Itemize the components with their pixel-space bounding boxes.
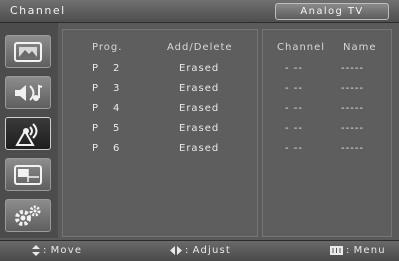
setup-window-icon: [14, 164, 42, 185]
row-channel-value: - --: [285, 103, 304, 114]
row-prog-number: 3: [113, 83, 121, 94]
hint-move-separator: :: [43, 245, 48, 256]
row-add-delete-status: Erased: [179, 123, 220, 134]
hint-adjust: : Adjust: [170, 245, 231, 256]
hint-menu-label: Menu: [353, 245, 386, 256]
menu-category-sidebar: [0, 23, 58, 238]
row-prog-prefix: P: [92, 63, 100, 74]
row-add-delete-status: Erased: [179, 63, 220, 74]
hint-menu: : Menu: [330, 245, 386, 256]
row-add-delete-status: Erased: [179, 143, 220, 154]
tv-osd-screen: Channel Analog TV Prog. Add/Delete Chann…: [0, 0, 399, 261]
row-channel-value: - --: [285, 83, 304, 94]
bottom-help-bar: : Move : Adjust : Menu: [0, 240, 399, 261]
row-prog-prefix: P: [92, 103, 100, 114]
row-name-value: -----: [341, 63, 365, 74]
row-add-delete-status: Erased: [179, 103, 220, 114]
row-prog-number: 6: [113, 143, 121, 154]
row-prog-number: 5: [113, 123, 121, 134]
sound-icon: [15, 84, 43, 101]
top-bar: Channel Analog TV: [0, 0, 399, 23]
column-header-name: Name: [343, 42, 377, 53]
hint-move-label: Move: [50, 245, 83, 256]
column-header-add-delete: Add/Delete: [167, 42, 233, 53]
row-channel-value: - --: [285, 143, 304, 154]
column-header-prog: Prog.: [92, 42, 123, 53]
sidebar-item-setup[interactable]: [5, 158, 51, 191]
left-right-arrow-icon: [170, 246, 182, 255]
row-prog-prefix: P: [92, 123, 100, 134]
sidebar-item-picture[interactable]: [5, 35, 51, 68]
row-prog-prefix: P: [92, 143, 100, 154]
input-mode-badge: Analog TV: [275, 3, 389, 20]
row-name-value: -----: [341, 83, 365, 94]
menu-title: Channel: [10, 4, 66, 17]
sidebar-item-channel[interactable]: [5, 117, 51, 150]
up-down-arrow-icon: [32, 245, 40, 256]
hint-move: : Move: [32, 245, 82, 256]
row-name-value: -----: [341, 103, 365, 114]
hint-adjust-separator: :: [185, 245, 190, 256]
row-channel-value: - --: [285, 63, 304, 74]
row-prog-number: 2: [113, 63, 121, 74]
sidebar-item-settings[interactable]: [5, 199, 51, 232]
sidebar-item-sound[interactable]: [5, 76, 51, 109]
channel-name-panel: Channel Name: [262, 29, 392, 237]
row-prog-prefix: P: [92, 83, 100, 94]
hint-adjust-label: Adjust: [192, 245, 232, 256]
column-header-channel: Channel: [277, 42, 326, 53]
menu-button-icon: [330, 246, 343, 255]
channel-icon: [15, 122, 38, 146]
hint-menu-separator: :: [346, 245, 351, 256]
row-prog-number: 4: [113, 103, 121, 114]
settings-gears-icon: [15, 205, 41, 226]
row-name-value: -----: [341, 143, 365, 154]
row-add-delete-status: Erased: [179, 83, 220, 94]
row-name-value: -----: [341, 123, 365, 134]
row-channel-value: - --: [285, 123, 304, 134]
picture-icon: [14, 41, 42, 62]
